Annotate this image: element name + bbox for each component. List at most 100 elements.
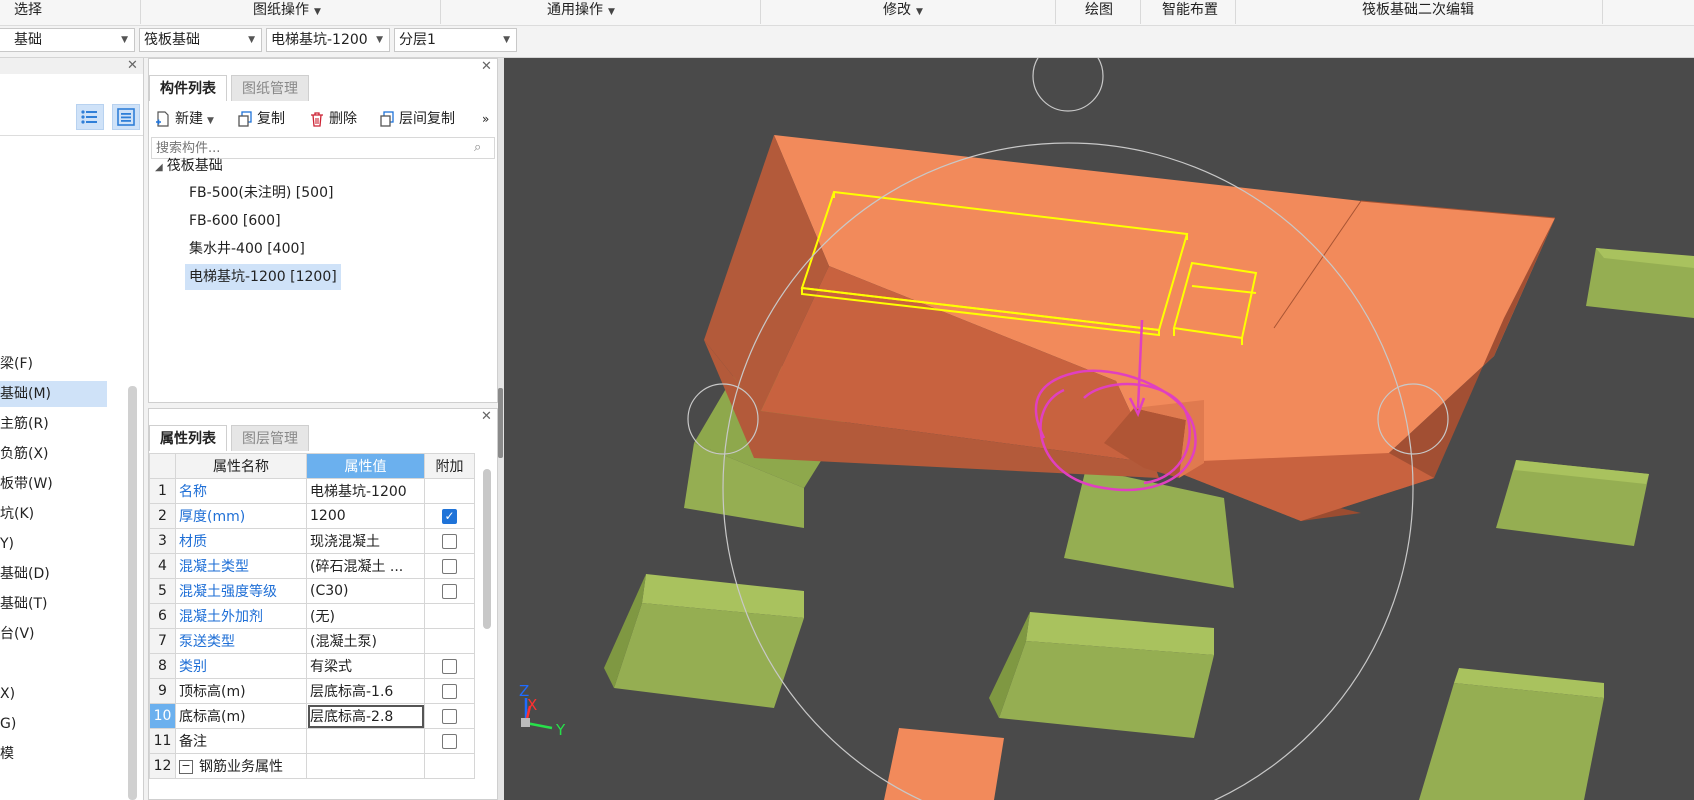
- property-value[interactable]: 有梁式: [306, 653, 425, 679]
- collapse-icon[interactable]: −: [179, 760, 193, 774]
- tab-component-list[interactable]: 构件列表: [149, 75, 227, 101]
- nav-item[interactable]: G): [0, 711, 16, 737]
- property-value[interactable]: 电梯基坑-1200: [306, 478, 425, 504]
- ribbon-group-draw[interactable]: 绘图: [1085, 0, 1113, 25]
- property-value-header[interactable]: 属性值: [306, 453, 425, 479]
- delete-button[interactable]: 删除: [309, 107, 357, 131]
- property-value[interactable]: (无): [306, 603, 425, 629]
- tab-drawing-manager[interactable]: 图纸管理: [231, 75, 309, 101]
- checkbox[interactable]: [442, 683, 457, 699]
- nav-item[interactable]: 板带(W): [0, 471, 53, 497]
- property-name-text: 厚度(mm): [179, 509, 246, 525]
- footing-block[interactable]: [1419, 668, 1604, 800]
- ribbon-group-smart-layout[interactable]: 智能布置: [1162, 0, 1218, 25]
- table-row[interactable]: 2 厚度(mm) 1200 ✓: [149, 503, 475, 529]
- ribbon-group-modify[interactable]: 修改 ▼: [883, 0, 923, 25]
- tab-property-list[interactable]: 属性列表: [149, 425, 227, 451]
- nav-item-label: 台(V): [0, 626, 35, 642]
- scrollbar[interactable]: [483, 469, 491, 629]
- table-row[interactable]: 4 混凝土类型 (碎石混凝土 ...: [149, 553, 475, 579]
- footing-block[interactable]: [1586, 248, 1694, 318]
- table-row[interactable]: 3 材质 现浇混凝土: [149, 528, 475, 554]
- property-name-text: 顶标高(m): [179, 684, 246, 700]
- property-value[interactable]: [306, 728, 425, 754]
- nav-item[interactable]: 模: [0, 741, 14, 767]
- divider: [1140, 0, 1141, 24]
- nav-item[interactable]: 台(V): [0, 621, 35, 647]
- detail-view-button[interactable]: [112, 104, 140, 130]
- scrollbar[interactable]: [128, 386, 137, 800]
- checkbox[interactable]: [442, 583, 457, 599]
- tab-layer-manager[interactable]: 图层管理: [231, 425, 309, 451]
- floor-copy-button[interactable]: 层间复制: [379, 107, 455, 131]
- ribbon-group-drawing-ops[interactable]: 图纸操作 ▼: [253, 0, 321, 25]
- nav-item[interactable]: 基础(D): [0, 561, 50, 587]
- nav-item[interactable]: 主筋(R): [0, 411, 49, 437]
- checkbox[interactable]: [442, 733, 457, 749]
- property-value[interactable]: 现浇混凝土: [306, 528, 425, 554]
- nav-panel: ✕ 梁(F) 基础(M) 主筋(R) 负筋(X) 板带(W) 坑(K) Y) 基…: [0, 58, 144, 800]
- property-name-text: 混凝土外加剂: [179, 609, 263, 625]
- chevron-down-icon: ▼: [207, 116, 214, 126]
- viewport-canvas[interactable]: Z X Y: [504, 58, 1694, 800]
- type-select[interactable]: 筏板基础 ▼: [139, 28, 262, 52]
- tree-item[interactable]: 集水井-400 [400]: [189, 236, 305, 262]
- 3d-viewport[interactable]: Z X Y: [504, 58, 1694, 800]
- tree-item[interactable]: FB-500(未注明) [500]: [189, 180, 333, 206]
- checkbox[interactable]: [442, 558, 457, 574]
- footing-block[interactable]: [884, 728, 1004, 800]
- table-row[interactable]: 1 名称 电梯基坑-1200: [149, 478, 475, 504]
- nav-item-foundation[interactable]: 基础(M): [0, 381, 107, 407]
- property-value[interactable]: 1200: [306, 503, 425, 529]
- copy-button[interactable]: 复制: [237, 107, 285, 131]
- checkbox[interactable]: [442, 708, 457, 724]
- nav-item[interactable]: 基础(T): [0, 591, 47, 617]
- checkbox-checked[interactable]: ✓: [442, 508, 457, 524]
- property-value[interactable]: [306, 753, 425, 779]
- footing-block[interactable]: [1496, 460, 1649, 546]
- close-icon[interactable]: ✕: [481, 410, 492, 424]
- tree-group-raft[interactable]: ◢ 筏板基础: [155, 153, 223, 179]
- footing-block[interactable]: [989, 612, 1214, 738]
- tree-item-selected[interactable]: 电梯基坑-1200 [1200]: [185, 264, 341, 290]
- component-select[interactable]: 电梯基坑-1200 ▼: [266, 28, 390, 52]
- ribbon-group-select[interactable]: 选择: [14, 0, 42, 25]
- property-name-text: 混凝土类型: [179, 559, 249, 575]
- nav-item[interactable]: 负筋(X): [0, 441, 49, 467]
- more-tools-button[interactable]: »: [482, 107, 489, 131]
- close-icon[interactable]: ✕: [127, 59, 138, 73]
- property-value[interactable]: (C30): [306, 578, 425, 604]
- nav-item[interactable]: X): [0, 681, 15, 707]
- table-row[interactable]: 7 泵送类型 (混凝土泵): [149, 628, 475, 654]
- nav-item[interactable]: 坑(K): [0, 501, 34, 527]
- table-row[interactable]: 5 混凝土强度等级 (C30): [149, 578, 475, 604]
- property-value[interactable]: (碎石混凝土 ...: [306, 553, 425, 579]
- layer-select[interactable]: 分层1 ▼: [394, 28, 517, 52]
- search-icon[interactable]: ⌕: [474, 140, 481, 155]
- checkbox[interactable]: [442, 533, 457, 549]
- category-select[interactable]: 基础 ▼: [0, 28, 135, 52]
- table-row[interactable]: 10 底标高(m) 层底标高-2.8: [149, 703, 475, 729]
- nav-item-label: X): [0, 686, 16, 702]
- splitter-handle[interactable]: [498, 388, 503, 458]
- table-row[interactable]: 8 类别 有梁式: [149, 653, 475, 679]
- property-value[interactable]: 层底标高-1.6: [306, 678, 425, 704]
- elevator-pit-solid[interactable]: [704, 135, 1556, 521]
- table-row[interactable]: 9 顶标高(m) 层底标高-1.6: [149, 678, 475, 704]
- list-view-button[interactable]: [76, 104, 104, 130]
- table-row[interactable]: 6 混凝土外加剂 (无): [149, 603, 475, 629]
- nav-item[interactable]: Y): [0, 531, 14, 557]
- table-row[interactable]: 11 备注: [149, 728, 475, 754]
- tree-item[interactable]: FB-600 [600]: [189, 208, 281, 234]
- checkbox[interactable]: [442, 658, 457, 674]
- property-value[interactable]: (混凝土泵): [306, 628, 425, 654]
- new-button[interactable]: 新建 ▼: [155, 107, 214, 131]
- ribbon-group-common-ops[interactable]: 通用操作 ▼: [547, 0, 615, 25]
- close-icon[interactable]: ✕: [481, 60, 492, 74]
- property-name: 泵送类型: [175, 628, 307, 654]
- table-row[interactable]: 12− 钢筋业务属性: [149, 753, 475, 779]
- footing-block[interactable]: [604, 574, 804, 708]
- nav-item[interactable]: 梁(F): [0, 351, 33, 377]
- ribbon-group-raft-edit[interactable]: 筏板基础二次编辑: [1362, 0, 1474, 25]
- property-value[interactable]: 层底标高-2.8: [306, 703, 425, 729]
